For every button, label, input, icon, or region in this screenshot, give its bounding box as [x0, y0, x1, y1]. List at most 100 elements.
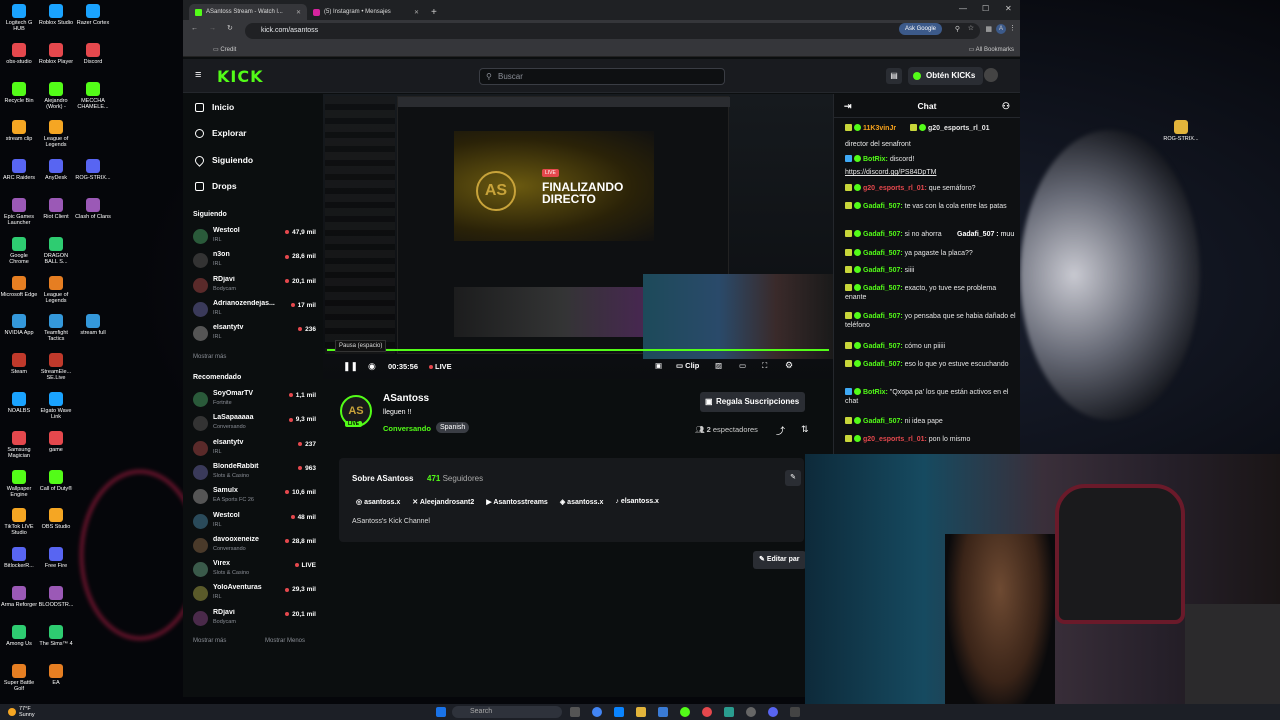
search-input[interactable]: ⚲ Buscar	[479, 68, 725, 85]
weather-widget[interactable]: 77°F Sunny	[8, 706, 35, 718]
tab-instagram[interactable]: (5) Instagram • Mensajes ✕	[307, 4, 425, 20]
share-icon[interactable]: ⤴	[776, 424, 785, 437]
profile-avatar[interactable]: A	[996, 24, 1006, 34]
user-avatar[interactable]	[984, 68, 998, 82]
more-options-icon[interactable]: ⇅	[801, 424, 809, 435]
ask-google-button[interactable]: Ask Google	[898, 23, 942, 35]
store-icon[interactable]	[658, 707, 668, 717]
volume-icon[interactable]: ◉	[368, 361, 376, 372]
app-icon-gray[interactable]	[746, 707, 756, 717]
desktop-icon[interactable]: Arma Reforger	[0, 586, 38, 608]
chat-username[interactable]: g20_esports_rl_01:	[863, 436, 927, 443]
sidebar-channel[interactable]: YoloAventuras IRL 29,3 mil	[193, 584, 318, 606]
sidebar-channel[interactable]: Virex Slots & Casino LIVE	[193, 560, 318, 582]
desktop-icon[interactable]: AnyDesk	[37, 159, 75, 181]
new-tab-button[interactable]: +	[431, 7, 437, 18]
sidebar-channel[interactable]: Westcol IRL 48 mil	[193, 512, 318, 534]
nav-inicio[interactable]: Inicio	[195, 102, 234, 112]
nav-explorar[interactable]: Explorar	[195, 128, 247, 138]
chat-users-icon[interactable]: ⚇	[1002, 94, 1010, 118]
maximize-button[interactable]: ☐	[982, 4, 989, 13]
desktop-icon[interactable]: Samsung Magician	[0, 430, 38, 459]
desktop-icon[interactable]: Alejandro (Work) -	[37, 81, 75, 110]
desktop-icon[interactable]: Roblox Player	[37, 42, 75, 65]
social-link[interactable]: ◎ asantoss.x	[356, 498, 400, 506]
app-icon-red[interactable]	[702, 707, 712, 717]
desktop-icon[interactable]: League of Legends	[37, 120, 75, 148]
settings-gear-icon[interactable]: ⚙	[785, 360, 793, 371]
desktop-icon[interactable]: NOALBS	[0, 392, 38, 414]
file-explorer-icon[interactable]	[636, 707, 646, 717]
chat-username[interactable]: Gadafi_507:	[863, 250, 903, 257]
desktop-icon[interactable]: MECCHA CHAMELE...	[74, 81, 112, 110]
menu-hamburger-icon[interactable]: ≡	[195, 69, 201, 81]
desktop-icon[interactable]: game	[37, 430, 75, 453]
mini-player-icon[interactable]: ▨	[715, 361, 722, 370]
pip-icon[interactable]: ▭	[739, 361, 746, 370]
chrome-icon[interactable]	[592, 707, 602, 717]
channel-name[interactable]: ASantoss	[383, 393, 429, 404]
desktop-icon[interactable]: stream full	[74, 314, 112, 336]
close-tab-icon[interactable]: ✕	[414, 9, 419, 16]
bookmark-credit[interactable]: ▭ Credit	[213, 46, 236, 53]
tab-kick-stream[interactable]: ASantoss Stream - Watch l... ✕	[189, 4, 307, 20]
zoom-icon[interactable]: ⚲	[955, 25, 960, 33]
desktop-icon[interactable]: Free Fire	[37, 547, 75, 569]
back-icon[interactable]: ←	[191, 25, 198, 32]
desktop-icon[interactable]: BitlockerR...	[0, 547, 38, 569]
menu-icon[interactable]: ⋮	[1009, 24, 1016, 32]
close-tab-icon[interactable]: ✕	[296, 9, 301, 16]
desktop-icon[interactable]: Recycle Bin	[0, 81, 38, 104]
app-icon-teal[interactable]	[724, 707, 734, 717]
chat-username[interactable]: Gadafi_507:	[863, 361, 903, 368]
task-view-icon[interactable]	[570, 707, 580, 717]
social-link[interactable]: ♪ elsantoss.x	[615, 498, 659, 506]
edit-panels-button[interactable]: ✎ Editar par	[753, 551, 806, 569]
desktop-icon[interactable]: Clash of Clans	[74, 198, 112, 220]
forward-icon[interactable]: →	[209, 25, 216, 32]
gift-subs-button[interactable]: ▣ Regala Suscripciones	[700, 392, 806, 412]
sidebar-channel[interactable]: Samulx EA Sports FC 26 10,6 mil	[193, 487, 318, 509]
sidebar-channel[interactable]: RDjavi Bodycam 20,1 mil	[193, 609, 318, 631]
kick-logo[interactable]: KICK	[217, 67, 264, 86]
desktop-icon-rog-strix-right[interactable]: ROG-STRIX...	[1162, 120, 1200, 142]
desktop-icon[interactable]: Epic Games Launcher	[0, 198, 38, 226]
desktop-icon[interactable]: Wallpaper Engine	[0, 469, 38, 498]
show-more-following[interactable]: Mostrar más	[193, 354, 226, 360]
sidebar-channel[interactable]: BlondeRabbit Slots & Casino 963	[193, 463, 318, 485]
desktop-icon[interactable]: ROG-STRIX...	[74, 159, 112, 181]
library-icon[interactable]: ▤	[886, 68, 902, 84]
desktop-icon[interactable]: Call of Duty®	[37, 469, 75, 492]
desktop-icon[interactable]: League of Legends	[37, 275, 75, 304]
desktop-icon[interactable]: DRAGON BALL S...	[37, 236, 75, 265]
sidebar-channel[interactable]: RDjavi Bodycam 20,1 mil	[193, 276, 318, 298]
bookmark-star-icon[interactable]: ☆	[968, 24, 974, 32]
desktop-icon[interactable]: Teamfight Tactics	[37, 314, 75, 342]
chat-username[interactable]: g20_esports_rl_01	[928, 125, 989, 132]
sidebar-channel[interactable]: davooxeneize Conversando 28,8 mil	[193, 536, 318, 558]
desktop-icon[interactable]: Discord	[74, 42, 112, 65]
all-bookmarks[interactable]: ▭ All Bookmarks	[969, 46, 1014, 53]
social-link[interactable]: ▶ Asantosstreams	[486, 498, 548, 506]
spotify-icon[interactable]	[680, 707, 690, 717]
chat-username[interactable]: BotRix:	[863, 389, 888, 396]
desktop-icon[interactable]: Roblox Studio	[37, 4, 75, 26]
minimize-button[interactable]: —	[959, 4, 967, 13]
chat-username[interactable]: BotRix:	[863, 156, 888, 163]
chat-username[interactable]: Gadafi_507:	[863, 267, 903, 274]
edge-icon[interactable]	[614, 707, 624, 717]
sidebar-channel[interactable]: SoyOmarTV Fortnite 1,1 mil	[193, 390, 318, 412]
pause-icon[interactable]: ❚❚	[343, 361, 358, 372]
desktop-icon[interactable]: Google Chrome	[0, 236, 38, 265]
url-input[interactable]: kick.com/asantoss	[245, 23, 980, 39]
discord-taskbar-icon[interactable]	[768, 707, 778, 717]
desktop-icon[interactable]: StreamEle... SE.Live	[37, 353, 75, 381]
nav-siguiendo[interactable]: Siguiendo	[193, 153, 253, 167]
desktop-icon[interactable]: EA	[37, 663, 75, 686]
chat-username[interactable]: Gadafi_507:	[863, 203, 903, 210]
nav-drops[interactable]: Drops	[195, 181, 237, 191]
language-tag[interactable]: Spanish	[436, 422, 470, 433]
show-less-recommended[interactable]: Mostrar Menos	[265, 638, 305, 644]
desktop-icon[interactable]: TikTok LIVE Studio	[0, 508, 38, 536]
desktop-icon[interactable]: The Sims™ 4	[37, 624, 75, 647]
